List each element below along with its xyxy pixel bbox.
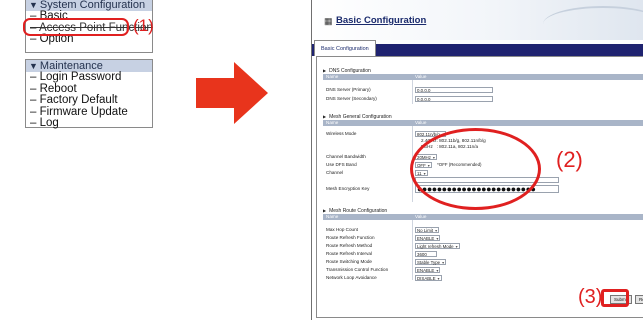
- callout-label-3: (3): [578, 286, 603, 308]
- dns-secondary-input[interactable]: 0.0.0.0: [415, 96, 493, 102]
- menu-item-reboot-label: Reboot: [39, 82, 77, 95]
- chevron-down-icon: ▾: [437, 276, 440, 281]
- mesh-general-section-title: ▶ Mesh General Configuration: [323, 113, 643, 120]
- mesh-route-table-header: Name Value: [323, 214, 643, 220]
- max-hop-count-select[interactable]: No Limit ▾: [415, 227, 440, 233]
- menu-item-login-password-label: Login Password: [39, 71, 122, 83]
- chevron-down-icon: ▾: [436, 268, 439, 273]
- wireless-mode-label: Wireless Mode: [326, 131, 357, 136]
- column-divider: [412, 220, 413, 280]
- callout-label-1: (1): [133, 16, 154, 35]
- triangle-right-icon: ▶: [323, 114, 327, 119]
- route-refresh-function-label: Route Refresh Function: [326, 235, 375, 240]
- dns-section-title: ▶ DNS Configuration: [323, 67, 643, 74]
- menu-item-log[interactable]: – Log: [26, 117, 152, 130]
- page-title: Basic Configuration: [336, 15, 427, 26]
- chevron-down-icon: ▾: [436, 236, 439, 241]
- mesh-route-col-name: Name: [326, 214, 339, 219]
- route-refresh-method-label: Route Refresh Method: [326, 243, 373, 248]
- route-refresh-function-select[interactable]: ENABLE ▾: [415, 235, 441, 241]
- mesh-general-section: ▶ Mesh General Configuration Name Value W…: [323, 113, 643, 202]
- dns-secondary-label: DNS Server (Secondary): [326, 96, 377, 101]
- route-switching-mode-value: Stable Type: [417, 260, 441, 265]
- triangle-right-icon: ▶: [323, 208, 327, 213]
- route-refresh-method-select[interactable]: Light refresh Mode ▾: [415, 243, 460, 249]
- callout-box-basic: [23, 18, 129, 36]
- dns-col-value: Value: [415, 74, 427, 79]
- mesh-general-col-name: Name: [326, 120, 339, 125]
- triangle-right-icon: ▶: [323, 68, 327, 73]
- callout-box-submit: [601, 289, 629, 307]
- transmission-control-value: ENABLE: [417, 268, 435, 273]
- mesh-route-col-value: Value: [415, 214, 427, 219]
- route-refresh-interval-input[interactable]: 3600: [415, 251, 437, 257]
- route-switching-mode-label: Route Switching Mode: [326, 259, 372, 264]
- mesh-general-col-value: Value: [415, 120, 427, 125]
- dns-section: ▶ DNS Configuration Name Value DNS Server…: [323, 67, 643, 104]
- network-loop-value: DISABLE: [417, 276, 436, 281]
- network-loop-select[interactable]: DISABLE ▾: [415, 275, 442, 281]
- column-divider: [412, 80, 413, 104]
- grid-icon: ▦: [324, 16, 333, 26]
- tab-basic-configuration[interactable]: Basic Configuration: [314, 40, 376, 56]
- route-refresh-method-value: Light refresh Mode: [417, 244, 454, 249]
- triangle-down-icon: ▼: [29, 0, 38, 10]
- maintenance-menu: ▼ Maintenance – Login Password – Reboot –…: [25, 59, 153, 130]
- chevron-down-icon: ▾: [435, 228, 438, 233]
- network-loop-label: Network Loop Avoidance: [326, 275, 377, 280]
- menu-item-log-label: Log: [39, 117, 59, 129]
- window-title-bar: ▦ Basic Configuration: [312, 0, 643, 40]
- route-switching-mode-select[interactable]: Stable Type ▾: [415, 259, 447, 265]
- max-hop-count-label: Max Hop Count: [326, 227, 358, 232]
- header-decoration: [543, 6, 643, 42]
- mesh-general-table-header: Name Value: [323, 120, 643, 126]
- callout-label-2: (2): [556, 147, 583, 172]
- route-refresh-function-value: ENABLE: [417, 236, 435, 241]
- reset-button[interactable]: Reset: [635, 295, 643, 304]
- route-refresh-interval-label: Route Refresh Interval: [326, 251, 372, 256]
- dns-col-name: Name: [326, 74, 339, 79]
- right-arrow-icon: [196, 62, 268, 124]
- max-hop-count-value: No Limit: [417, 228, 434, 233]
- transmission-control-label: Transmission Control Function: [326, 267, 389, 272]
- chevron-down-icon: ▾: [455, 244, 458, 249]
- menu-item-factory-default-label: Factory Default: [39, 94, 118, 106]
- chevron-down-icon: ▾: [442, 260, 445, 265]
- transmission-control-select[interactable]: ENABLE ▾: [415, 267, 441, 273]
- dns-table-header: Name Value: [323, 74, 643, 80]
- menu-item-firmware-update-label: Firmware Update: [39, 105, 128, 118]
- callout-ellipse-mesh-general: [410, 128, 541, 210]
- triangle-down-icon: ▼: [29, 61, 38, 71]
- dns-primary-label: DNS Server (Primary): [326, 87, 371, 92]
- dns-primary-input[interactable]: 0.0.0.0: [415, 87, 493, 93]
